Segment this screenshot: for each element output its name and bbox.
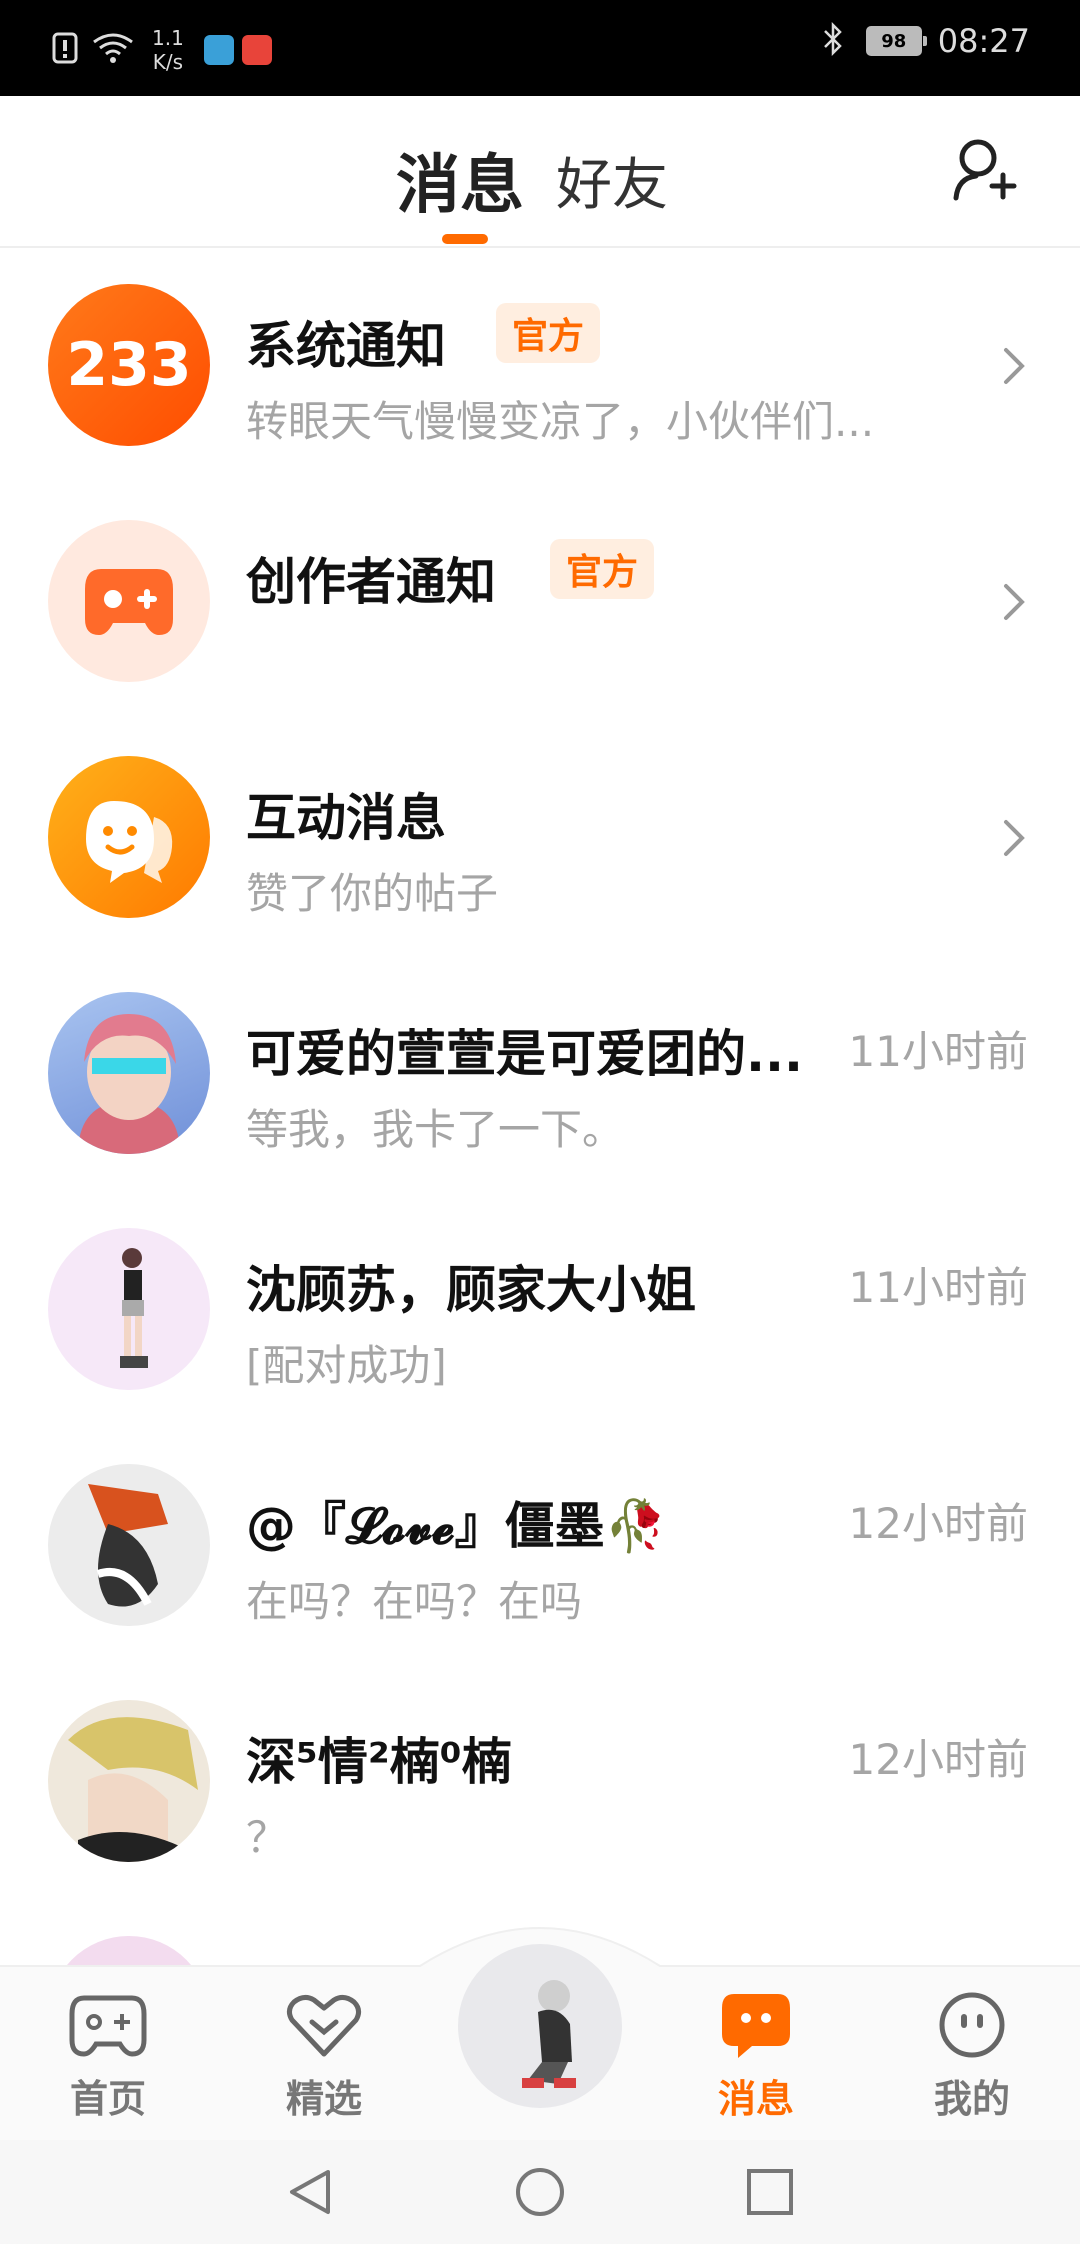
item-preview: 等我，我卡了一下。 — [246, 1105, 625, 1154]
nav-featured-label: 精选 — [285, 2077, 362, 2121]
chevron-right-icon — [1000, 344, 1028, 388]
app-notification-icon — [203, 35, 234, 65]
nav-messages[interactable]: 消息 — [686, 1964, 826, 2140]
list-item-conversation[interactable]: @『𝓛𝓸𝓿𝓮』僵墨🥀 12小时前 在吗？在吗？在吗 — [0, 1428, 1080, 1664]
list-item-conversation[interactable]: 深⁵情²楠⁰楠 12小时前 ？ — [0, 1664, 1080, 1900]
gamepad-icon — [85, 569, 173, 635]
tab-friends[interactable]: 好友 — [556, 140, 668, 221]
avatar-chat-bubble — [48, 756, 210, 918]
home-circle-icon[interactable] — [514, 2166, 566, 2218]
official-badge: 官方 — [550, 539, 655, 599]
item-title: 系统通知 — [246, 317, 446, 375]
recent-apps-icon[interactable] — [744, 2166, 796, 2218]
list-item-system-notification[interactable]: 233 系统通知 官方 转眼天气慢慢变凉了，小伙伴们... — [0, 248, 1080, 484]
list-item-creator-notification[interactable]: 创作者通知 官方 — [0, 484, 1080, 720]
nav-home-label: 首页 — [69, 2077, 146, 2121]
wifi-icon — [92, 32, 134, 68]
item-title: @『𝓛𝓸𝓿𝓮』僵墨🥀 — [246, 1497, 667, 1555]
smiley-face-icon — [939, 1992, 1005, 2058]
nav-mine[interactable]: 我的 — [902, 1964, 1042, 2140]
notification-alert-icon — [52, 32, 78, 68]
header: 消息 好友 — [0, 96, 1080, 248]
nav-mine-label: 我的 — [933, 2077, 1010, 2121]
nav-messages-label: 消息 — [717, 2077, 794, 2121]
avatar-user — [48, 1228, 210, 1390]
center-character-avatar[interactable] — [458, 1944, 622, 2108]
item-timestamp: 11小时前 — [848, 1027, 1028, 1076]
avatar-user — [48, 1464, 210, 1626]
active-tab-indicator — [442, 234, 488, 244]
item-timestamp: 11小时前 — [848, 1263, 1028, 1312]
list-item-conversation[interactable]: 沈顾苏，顾家大小姐 11小时前 [配对成功] — [0, 1192, 1080, 1428]
item-preview: [配对成功] — [246, 1341, 447, 1390]
nav-home[interactable]: 首页 — [38, 1964, 178, 2140]
avatar-gamepad — [48, 520, 210, 682]
item-timestamp: 12小时前 — [848, 1499, 1028, 1548]
message-bubble-icon — [722, 1994, 790, 2058]
avatar-233-logo: 233 — [48, 284, 210, 446]
item-preview: 赞了你的帖子 — [246, 869, 499, 918]
item-title: 可爱的萱萱是可爱团的... — [246, 1025, 803, 1083]
chevron-right-icon — [1000, 580, 1028, 624]
tab-messages[interactable]: 消息 — [396, 134, 524, 226]
message-list: 233 系统通知 官方 转眼天气慢慢变凉了，小伙伴们... 创作者通知 官方 互… — [0, 248, 1080, 2098]
system-navigation-bar — [0, 2140, 1080, 2244]
item-title: 沈顾苏，顾家大小姐 — [246, 1261, 696, 1319]
video-app-icon — [241, 35, 272, 65]
avatar-user — [48, 1700, 210, 1862]
chat-bubble-icon — [86, 801, 173, 883]
list-item-conversation[interactable]: 可爱的萱萱是可爱团的... 11小时前 等我，我卡了一下。 — [0, 956, 1080, 1192]
chevron-right-icon — [1000, 816, 1028, 860]
heart-icon — [286, 1994, 362, 2057]
list-item-interaction-messages[interactable]: 互动消息 赞了你的帖子 — [0, 720, 1080, 956]
item-preview: ？ — [246, 1813, 289, 1862]
battery-indicator: 98 — [865, 26, 927, 56]
status-bar: 1.1 K/s 98 08:27 — [0, 0, 1080, 96]
network-speed: 1.1 K/s — [152, 26, 184, 74]
official-badge: 官方 — [496, 303, 601, 363]
clock: 08:27 — [937, 22, 1030, 60]
back-icon[interactable] — [284, 2166, 336, 2218]
item-title: 创作者通知 — [246, 553, 496, 611]
add-user-icon[interactable] — [950, 134, 1020, 204]
item-timestamp: 12小时前 — [848, 1735, 1028, 1784]
item-preview: 转眼天气慢慢变凉了，小伙伴们... — [246, 397, 875, 446]
gamepad-icon — [69, 1995, 147, 2057]
item-title: 互动消息 — [246, 789, 446, 847]
nav-featured[interactable]: 精选 — [254, 1964, 394, 2140]
bluetooth-icon — [822, 21, 844, 60]
item-title: 深⁵情²楠⁰楠 — [246, 1733, 512, 1791]
item-preview: 在吗？在吗？在吗 — [246, 1577, 583, 1626]
avatar-user — [48, 992, 210, 1154]
